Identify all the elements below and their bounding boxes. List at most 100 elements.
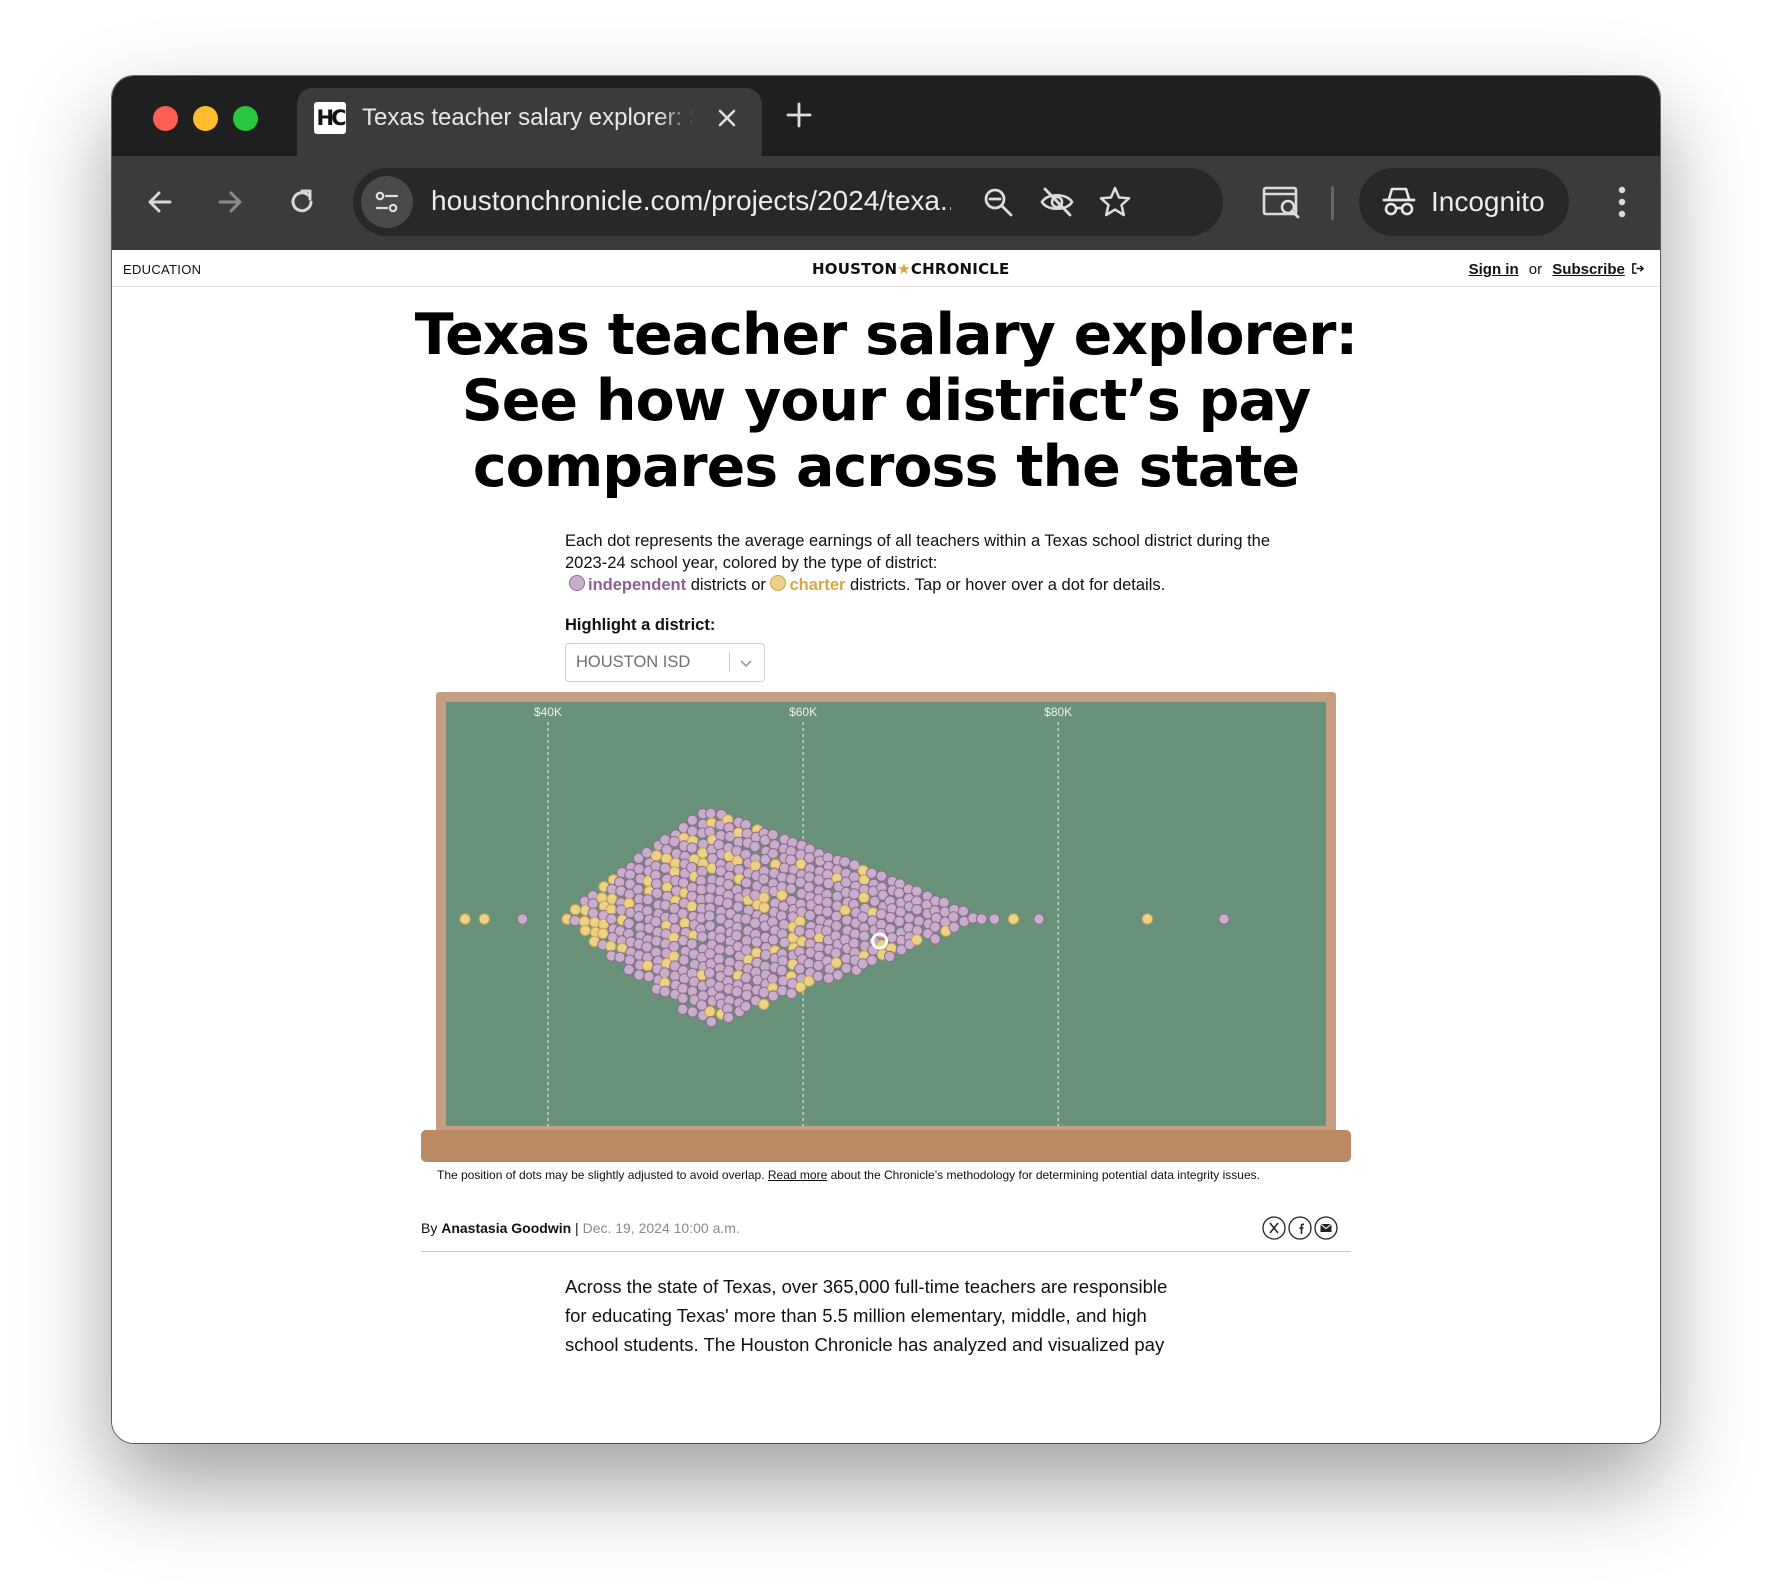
independent-district-dot[interactable] (704, 920, 716, 932)
independent-district-dot[interactable] (857, 911, 869, 923)
independent-district-dot[interactable] (812, 970, 824, 982)
independent-district-dot[interactable] (704, 910, 716, 922)
independent-district-dot[interactable] (659, 834, 671, 846)
independent-district-dot[interactable] (659, 985, 671, 998)
houston-chronicle-logo[interactable]: HOUSTON★CHRONICLE (812, 260, 1009, 278)
independent-district-dot[interactable] (893, 887, 905, 899)
independent-district-dot[interactable] (957, 905, 969, 917)
independent-district-dot[interactable] (643, 970, 655, 983)
share-x-icon[interactable] (1262, 1216, 1286, 1240)
charter-district-dot[interactable] (605, 940, 617, 952)
independent-district-dot[interactable] (884, 950, 896, 963)
independent-district-dot[interactable] (705, 882, 717, 895)
independent-district-dot[interactable] (849, 928, 861, 940)
independent-district-dot[interactable] (947, 911, 960, 923)
independent-district-dot[interactable] (633, 969, 645, 981)
independent-district-dot[interactable] (767, 934, 780, 946)
independent-district-dot[interactable] (614, 951, 626, 964)
district-select[interactable]: HOUSTON ISD (565, 643, 765, 682)
independent-district-dot[interactable] (686, 1006, 699, 1018)
independent-district-dot[interactable] (677, 1003, 689, 1015)
independent-district-dot[interactable] (686, 814, 699, 826)
independent-district-dot[interactable] (938, 896, 950, 909)
independent-district-dot[interactable] (840, 962, 852, 974)
independent-district-dot[interactable] (641, 847, 653, 859)
independent-district-dot[interactable] (705, 807, 717, 820)
tab-search-icon[interactable] (1260, 180, 1304, 224)
close-window-button[interactable] (153, 106, 178, 131)
minimize-window-button[interactable] (193, 106, 218, 131)
independent-district-dot[interactable] (1218, 913, 1230, 925)
independent-district-dot[interactable] (929, 933, 941, 945)
independent-district-dot[interactable] (785, 854, 797, 866)
independent-district-dot[interactable] (686, 938, 698, 950)
independent-district-dot[interactable] (893, 915, 905, 928)
independent-district-dot[interactable] (848, 871, 860, 883)
independent-district-dot[interactable] (713, 953, 725, 965)
author-name[interactable]: Anastasia Goodwin (441, 1220, 571, 1236)
subscribe-link[interactable]: Subscribe (1552, 261, 1625, 278)
independent-district-dot[interactable] (722, 897, 734, 910)
independent-district-dot[interactable] (651, 887, 663, 900)
zoom-icon[interactable] (980, 184, 1016, 220)
charter-district-dot[interactable] (830, 957, 843, 969)
independent-district-dot[interactable] (641, 905, 654, 917)
independent-district-dot[interactable] (642, 894, 654, 906)
charter-district-dot[interactable] (679, 917, 691, 929)
charter-district-dot[interactable] (650, 850, 663, 862)
independent-district-dot[interactable] (767, 829, 779, 841)
independent-district-dot[interactable] (686, 842, 698, 854)
independent-district-dot[interactable] (624, 954, 636, 966)
charter-district-dot[interactable] (459, 913, 471, 925)
charter-district-dot[interactable] (668, 950, 680, 963)
read-more-link[interactable]: Read more (768, 1168, 827, 1182)
independent-district-dot[interactable] (803, 852, 816, 864)
independent-district-dot[interactable] (839, 856, 851, 868)
independent-district-dot[interactable] (848, 937, 860, 950)
charter-district-dot[interactable] (597, 927, 609, 940)
address-bar[interactable]: houstonchronicle.com/projects/2024/texa.… (353, 168, 1223, 236)
independent-district-dot[interactable] (633, 863, 645, 875)
independent-district-dot[interactable] (516, 913, 529, 925)
independent-district-dot[interactable] (722, 1011, 735, 1024)
charter-district-dot[interactable] (758, 998, 770, 1010)
independent-district-dot[interactable] (804, 927, 816, 940)
independent-district-dot[interactable] (569, 914, 581, 927)
independent-district-dot[interactable] (732, 901, 744, 913)
independent-district-dot[interactable] (913, 915, 925, 927)
charter-district-dot[interactable] (686, 900, 698, 913)
charter-district-dot[interactable] (776, 889, 788, 902)
independent-district-dot[interactable] (723, 965, 735, 977)
browser-menu-icon[interactable] (1612, 182, 1632, 222)
independent-district-dot[interactable] (794, 925, 806, 937)
independent-district-dot[interactable] (821, 896, 833, 909)
independent-district-dot[interactable] (1033, 913, 1045, 925)
independent-district-dot[interactable] (749, 840, 761, 853)
independent-district-dot[interactable] (623, 917, 635, 930)
independent-district-dot[interactable] (740, 877, 753, 889)
independent-district-dot[interactable] (695, 884, 708, 896)
back-icon[interactable] (140, 182, 180, 222)
charter-district-dot[interactable] (478, 913, 490, 925)
url-text[interactable]: houstonchronicle.com/projects/2024/texa.… (431, 185, 951, 221)
independent-district-dot[interactable] (740, 1000, 752, 1012)
independent-district-dot[interactable] (659, 967, 671, 979)
charter-district-dot[interactable] (623, 897, 635, 910)
independent-district-dot[interactable] (677, 992, 689, 1004)
independent-district-dot[interactable] (759, 949, 772, 961)
share-facebook-icon[interactable] (1288, 1216, 1312, 1240)
independent-district-dot[interactable] (830, 920, 843, 932)
independent-district-dot[interactable] (731, 986, 743, 998)
independent-district-dot[interactable] (866, 954, 878, 966)
close-tab-icon[interactable] (715, 106, 739, 130)
independent-district-dot[interactable] (803, 871, 815, 883)
reload-icon[interactable] (282, 182, 322, 222)
independent-district-dot[interactable] (848, 888, 860, 900)
bookmark-star-icon[interactable] (1097, 184, 1133, 220)
independent-district-dot[interactable] (875, 870, 888, 882)
charter-district-dot[interactable] (642, 960, 654, 972)
independent-district-dot[interactable] (911, 885, 923, 897)
charter-district-dot[interactable] (579, 924, 592, 937)
incognito-indicator[interactable]: Incognito (1359, 168, 1569, 236)
independent-district-dot[interactable] (767, 847, 779, 860)
